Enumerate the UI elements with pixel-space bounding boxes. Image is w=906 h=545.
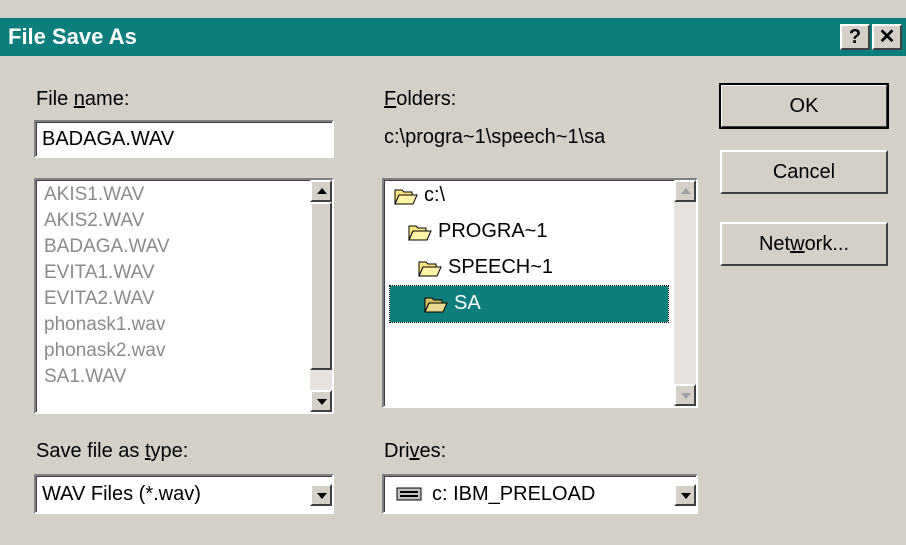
close-button[interactable]: ✕ bbox=[872, 24, 902, 50]
open-folder-icon bbox=[418, 261, 442, 277]
title-bar[interactable]: File Save As ? ✕ bbox=[0, 18, 906, 56]
file-item[interactable]: phonask1.wav bbox=[44, 314, 165, 336]
ok-button[interactable]: OK bbox=[719, 83, 889, 129]
folder-tree[interactable]: c:\ PROGRA~1 SPEECH~1 SA bbox=[382, 178, 698, 408]
cancel-button[interactable]: Cancel bbox=[720, 150, 888, 194]
file-item[interactable]: EVITA1.WAV bbox=[44, 262, 155, 284]
folders-label: Folders: bbox=[384, 88, 457, 110]
scroll-thumb[interactable] bbox=[310, 202, 332, 370]
save-type-label: Save file as type: bbox=[36, 440, 189, 462]
folder-item[interactable]: SPEECH~1 bbox=[418, 256, 553, 279]
hard-drive-icon bbox=[396, 487, 422, 501]
selected-folder-row[interactable]: SA bbox=[389, 285, 669, 323]
window-title: File Save As bbox=[8, 24, 137, 49]
folder-name: SPEECH~1 bbox=[448, 256, 554, 278]
file-item[interactable]: phonask2.wav bbox=[44, 340, 165, 362]
open-folder-icon bbox=[394, 189, 418, 205]
drives-value: c: IBM_PRELOAD bbox=[432, 483, 596, 505]
file-item[interactable]: EVITA2.WAV bbox=[44, 288, 155, 310]
top-strip bbox=[0, 0, 906, 18]
file-item[interactable]: BADAGA.WAV bbox=[44, 236, 170, 258]
drives-select[interactable]: c: IBM_PRELOAD bbox=[382, 474, 698, 514]
file-item[interactable]: AKIS1.WAV bbox=[44, 184, 144, 206]
folder-path: c:\progra~1\speech~1\sa bbox=[384, 126, 606, 148]
scroll-up-icon[interactable] bbox=[310, 180, 332, 202]
save-type-select[interactable]: WAV Files (*.wav) bbox=[34, 474, 334, 514]
file-name-input[interactable]: BADAGA.WAV bbox=[34, 120, 334, 158]
file-list[interactable]: AKIS1.WAV AKIS2.WAV BADAGA.WAV EVITA1.WA… bbox=[34, 178, 334, 414]
scroll-down-icon[interactable] bbox=[310, 390, 332, 412]
file-name-label: File name: bbox=[36, 88, 130, 110]
folder-name: SA bbox=[454, 292, 481, 314]
chevron-down-icon[interactable] bbox=[310, 484, 332, 506]
folder-item-selected[interactable]: SA bbox=[424, 292, 481, 315]
save-type-value: WAV Files (*.wav) bbox=[42, 483, 201, 505]
folder-name: c:\ bbox=[424, 184, 446, 206]
file-item[interactable]: SA1.WAV bbox=[44, 366, 126, 388]
folder-item[interactable]: c:\ bbox=[394, 184, 445, 207]
folder-scrollbar[interactable] bbox=[674, 180, 696, 406]
scroll-up-icon[interactable] bbox=[674, 180, 696, 202]
folder-name: PROGRA~1 bbox=[438, 220, 548, 242]
help-button[interactable]: ? bbox=[840, 24, 870, 50]
file-item[interactable]: AKIS2.WAV bbox=[44, 210, 144, 232]
folder-item[interactable]: PROGRA~1 bbox=[408, 220, 547, 243]
drives-label: Drives: bbox=[384, 440, 447, 462]
scroll-down-icon[interactable] bbox=[674, 384, 696, 406]
file-name-value: BADAGA.WAV bbox=[42, 128, 175, 150]
open-folder-icon bbox=[424, 297, 448, 313]
network-button[interactable]: Network... bbox=[720, 222, 888, 266]
open-folder-icon bbox=[408, 225, 432, 241]
chevron-down-icon[interactable] bbox=[674, 484, 696, 506]
